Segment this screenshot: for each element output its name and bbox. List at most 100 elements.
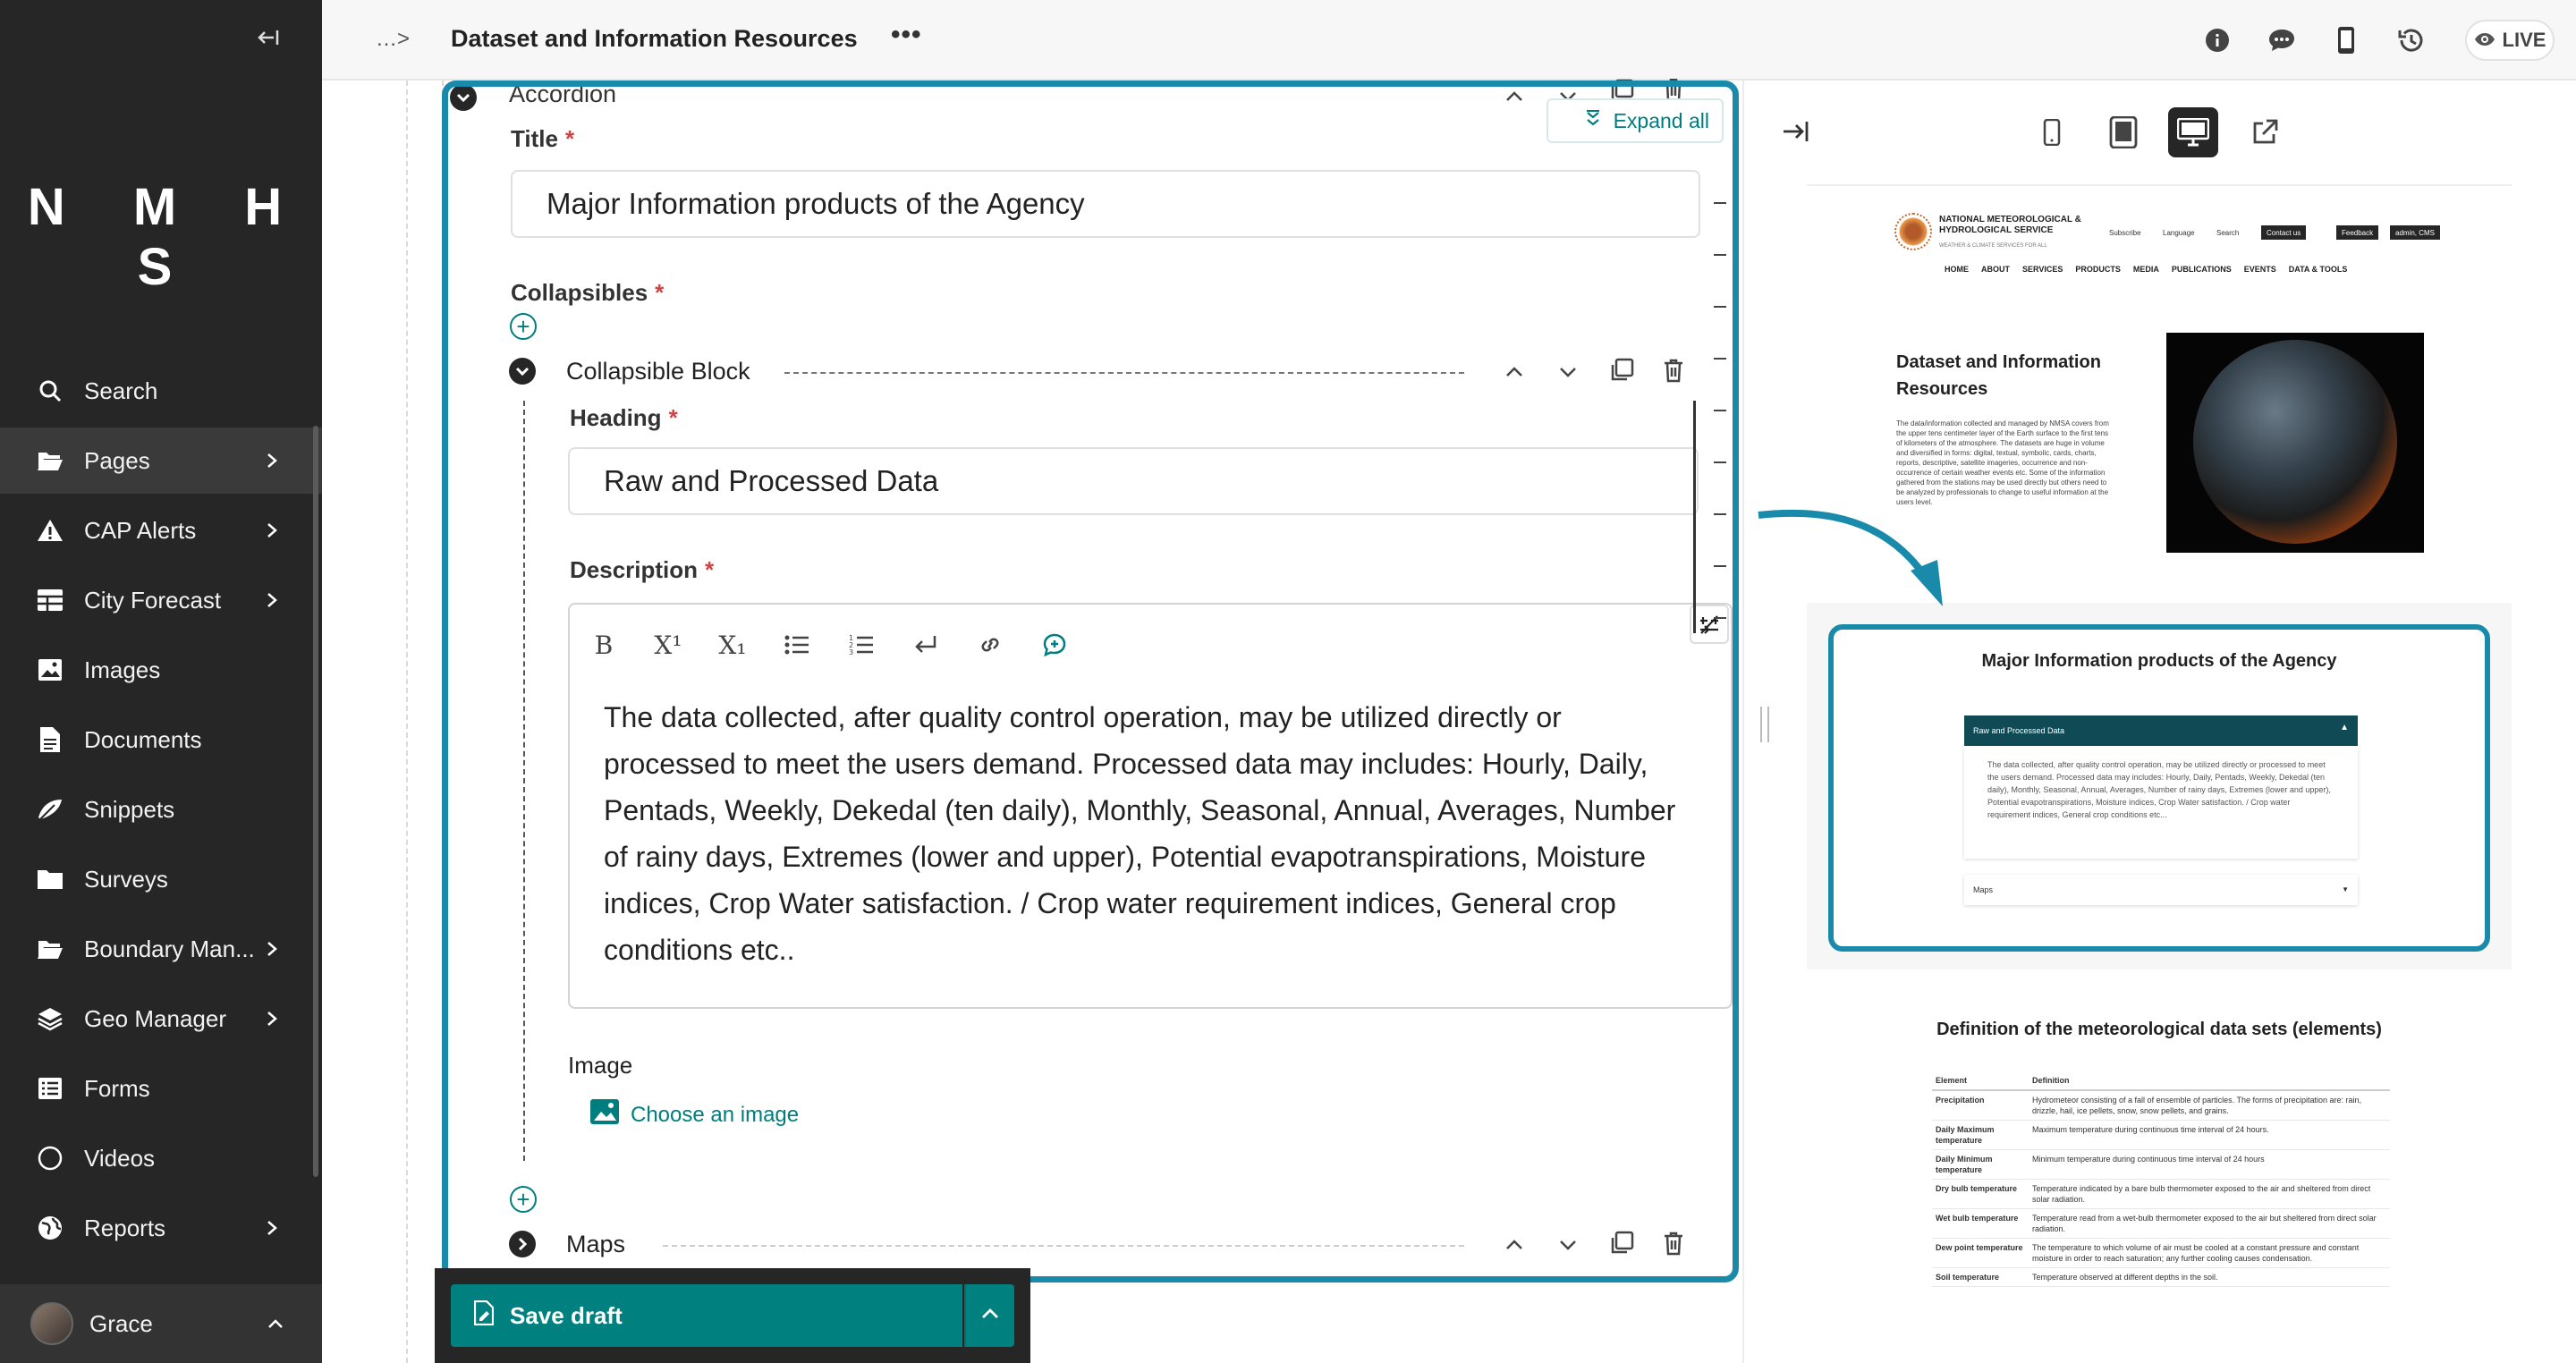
choose-image-button[interactable]: Choose an image [589, 1098, 799, 1131]
title-input[interactable]: Major Information products of the Agency [511, 170, 1700, 238]
bold-button[interactable]: B [588, 629, 620, 661]
nav-data-tools[interactable]: DATA & TOOLS [2289, 265, 2348, 274]
language-link[interactable]: Language [2163, 229, 2195, 237]
add-block-button[interactable]: + [510, 313, 537, 340]
delete-icon[interactable] [1656, 352, 1691, 388]
caret-up-icon: ▲ [2340, 723, 2349, 732]
preview-accordion-item[interactable]: Maps ▼ [1964, 875, 2358, 905]
minimap-tick[interactable] [1714, 461, 1726, 463]
collapse-sidebar-button[interactable] [252, 25, 284, 57]
sidebar-item-images[interactable]: Images [0, 637, 322, 703]
collapse-left-icon [258, 30, 279, 45]
minimap-tick[interactable] [1714, 513, 1726, 515]
sidebar-item-cap-alerts[interactable]: CAP Alerts [0, 497, 322, 563]
minimap-tick[interactable] [1714, 617, 1726, 619]
sidebar-item-surveys[interactable]: Surveys [0, 846, 322, 912]
minimap-tick[interactable] [1714, 306, 1726, 308]
add-block-button[interactable]: + [510, 1186, 537, 1213]
history-icon[interactable] [2394, 23, 2428, 57]
sidebar-item-boundary-manager[interactable]: Boundary Man... [0, 916, 322, 982]
minimap-tick[interactable] [1714, 358, 1726, 360]
superscript-button[interactable]: X¹ [652, 629, 684, 661]
move-up-icon[interactable] [1496, 79, 1532, 114]
sidebar-item-city-forecast[interactable]: City Forecast [0, 567, 322, 633]
nav-publications[interactable]: PUBLICATIONS [2172, 265, 2232, 274]
accordion-item-label: Raw and Processed Data [1973, 726, 2065, 735]
description-rich-text-editor[interactable]: B X¹ X₁ 123 The data collected, after qu… [568, 603, 1733, 1009]
mobile-preview-icon[interactable] [2329, 23, 2363, 57]
sidebar-item-forms[interactable]: Forms [0, 1055, 322, 1122]
comments-icon[interactable] [2265, 23, 2299, 57]
feedback-button[interactable]: Feedback [2336, 225, 2379, 240]
collapse-toggle[interactable] [450, 84, 477, 111]
link-icon[interactable] [974, 629, 1006, 661]
nav-services[interactable]: SERVICES [2022, 265, 2063, 274]
tablet-device-icon[interactable] [2098, 107, 2148, 157]
save-draft-button[interactable]: Save draft [451, 1284, 962, 1347]
move-up-icon[interactable] [1496, 1227, 1532, 1263]
open-new-tab-icon[interactable] [2240, 107, 2290, 157]
description-text[interactable]: The data collected, after quality contro… [604, 694, 1677, 973]
nav-home[interactable]: HOME [1945, 265, 1969, 274]
chevron-right-icon [261, 520, 283, 541]
minimap-tick[interactable] [1714, 202, 1726, 204]
duplicate-icon[interactable] [1604, 1225, 1640, 1261]
minimap-tick[interactable] [1714, 565, 1726, 567]
nav-events[interactable]: EVENTS [2244, 265, 2276, 274]
close-preview-icon[interactable] [1780, 116, 1810, 147]
expand-toggle[interactable] [509, 1231, 536, 1257]
subscript-button[interactable]: X₁ [716, 629, 749, 661]
desktop-device-icon[interactable] [2168, 107, 2218, 157]
sidebar-item-geo-manager[interactable]: Geo Manager [0, 986, 322, 1052]
sidebar-item-label: Reports [84, 1214, 166, 1241]
sidebar-item-reports[interactable]: Reports [0, 1195, 322, 1261]
table-cell: Dew point temperature [1936, 1243, 2023, 1252]
numbered-list-icon[interactable]: 123 [845, 629, 877, 661]
document-edit-icon [473, 1300, 495, 1332]
bullet-list-icon[interactable] [781, 629, 813, 661]
sidebar-scrollbar[interactable] [313, 426, 318, 1177]
breadcrumb-expand[interactable]: …> [376, 27, 410, 52]
sidebar-item-documents[interactable]: Documents [0, 707, 322, 773]
nav-media[interactable]: MEDIA [2133, 265, 2159, 274]
minimap-tick[interactable] [1714, 410, 1726, 411]
accordion-block-header[interactable]: Accordion [448, 79, 1733, 114]
sidebar-item-snippets[interactable]: Snippets [0, 776, 322, 842]
heading-input[interactable]: Raw and Processed Data [568, 447, 1699, 515]
move-down-icon[interactable] [1550, 354, 1586, 390]
site-preview: NATIONAL METEOROLOGICAL & HYDROLOGICAL S… [1807, 193, 2512, 1356]
description-field-label: Description * [570, 556, 714, 584]
layers-icon [36, 1004, 64, 1033]
move-up-icon[interactable] [1496, 354, 1532, 390]
collapse-toggle[interactable] [509, 358, 536, 385]
search-link[interactable]: Search [2216, 229, 2239, 237]
preview-accordion-item[interactable]: Raw and Processed Data ▲ [1964, 715, 2358, 746]
table-cell: Temperature read from a wet-bulb thermom… [2032, 1214, 2377, 1233]
add-comment-icon[interactable] [1038, 629, 1071, 661]
move-down-icon[interactable] [1550, 1227, 1586, 1263]
nav-products[interactable]: PRODUCTS [2075, 265, 2121, 274]
live-status-badge[interactable]: LIVE [2465, 20, 2555, 61]
more-actions-button[interactable] [964, 1284, 1014, 1347]
sidebar-item-videos[interactable]: Videos [0, 1125, 322, 1191]
resize-handle[interactable] [1760, 707, 1769, 742]
duplicate-icon[interactable] [1604, 352, 1640, 388]
sidebar-item-label: Surveys [84, 865, 168, 893]
admin-button[interactable]: admin, CMS [2390, 225, 2441, 240]
site-logo[interactable]: N M H S [0, 177, 322, 297]
delete-icon[interactable] [1656, 1225, 1691, 1261]
sidebar-item-pages[interactable]: Pages [0, 428, 322, 494]
expand-all-button[interactable]: Expand all [1546, 98, 1724, 143]
mobile-device-icon[interactable] [2027, 107, 2077, 157]
page-actions-menu[interactable]: ••• [891, 20, 922, 50]
block-type-label: Accordion [509, 80, 617, 107]
line-break-icon[interactable] [910, 629, 942, 661]
inner-scrollbar[interactable] [1693, 401, 1696, 633]
contact-button[interactable]: Contact us [2261, 225, 2307, 240]
info-icon[interactable] [2200, 23, 2234, 57]
subscribe-link[interactable]: Subscribe [2109, 229, 2141, 237]
minimap-tick[interactable] [1714, 254, 1726, 256]
sidebar-item-search[interactable]: Search [0, 358, 322, 424]
nav-about[interactable]: ABOUT [1981, 265, 2010, 274]
account-menu[interactable]: Grace [0, 1284, 322, 1363]
